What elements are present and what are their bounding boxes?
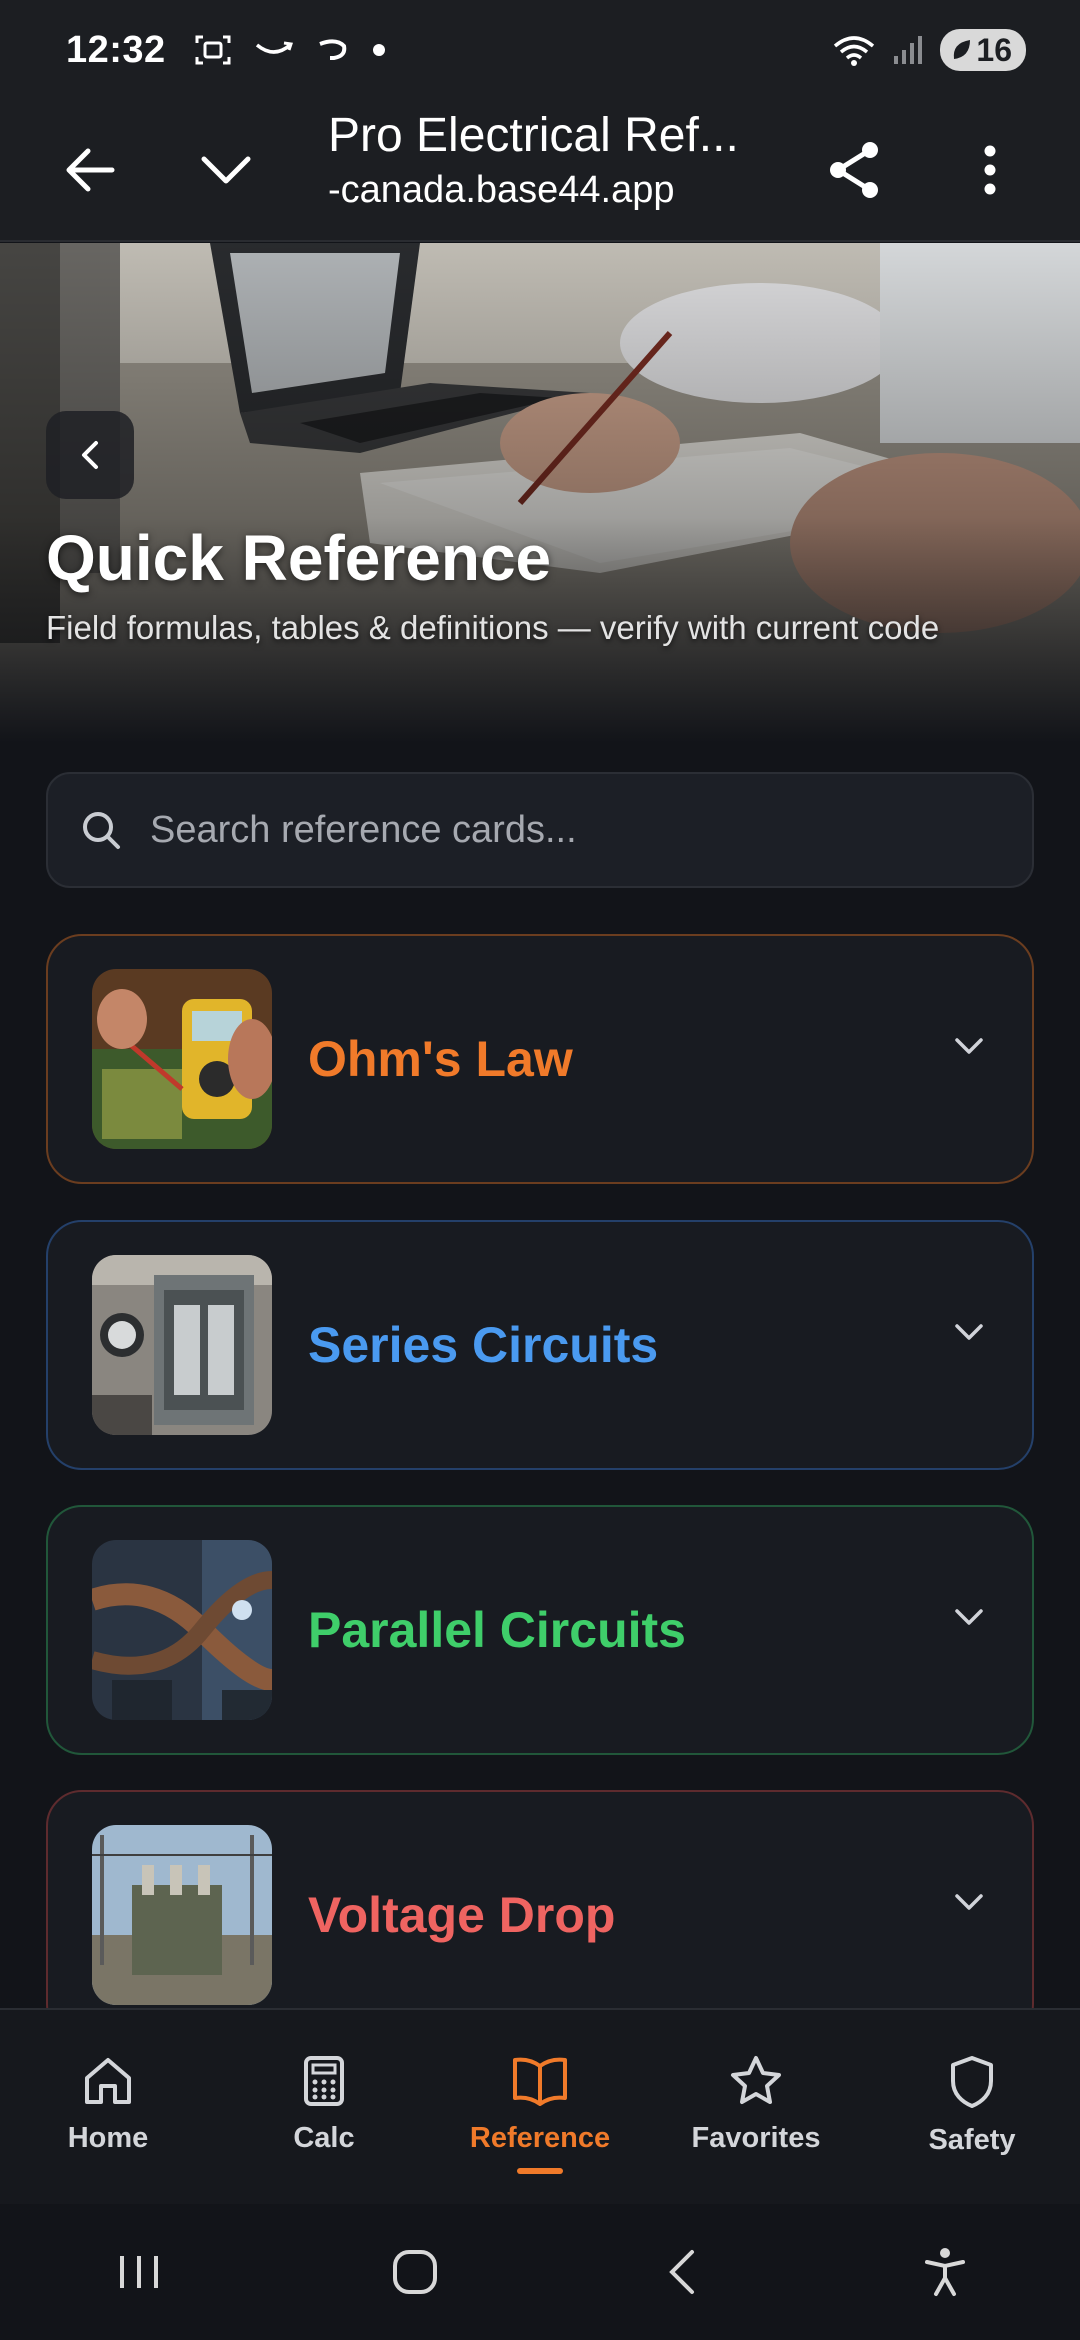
app-notification-icon [319,39,346,60]
card-title: Series Circuits [308,1317,659,1373]
amazon-icon [255,41,293,54]
more-notifications-dot [372,44,385,56]
nav-reference[interactable]: Reference [432,2010,648,2204]
nav-favorites[interactable]: Favorites [648,2010,864,2204]
nav-calc[interactable]: Calc [216,2010,432,2204]
book-icon [513,2057,567,2106]
shield-icon [951,2056,993,2108]
nav-label: Calc [293,2122,355,2154]
page-info[interactable]: Pro Electrical Ref... -canada.base44.app [328,108,768,212]
reference-card-series-circuits[interactable]: Series Circuits [46,1220,1034,1470]
search-icon [83,812,120,849]
active-tab-indicator [517,2168,563,2174]
reference-card-parallel-circuits[interactable]: Parallel Circuits [46,1505,1034,1755]
page-title-heading: Quick Reference [46,522,552,594]
home-icon [85,2058,131,2104]
page-url: -canada.base44.app [328,169,675,211]
chevron-down-icon [201,156,251,184]
calculator-icon [304,2056,344,2106]
reference-card-voltage-drop[interactable]: Voltage Drop [46,1790,1034,2040]
status-time: 12:32 [66,28,166,71]
arrow-left-icon [66,148,115,192]
battery-indicator: 16 [940,29,1026,71]
battery-level: 16 [976,31,1012,68]
minimize-button[interactable] [176,120,276,220]
chevron-down-icon [955,1609,983,1625]
card-title: Ohm's Law [308,1031,573,1087]
star-icon [731,2056,781,2104]
reference-card-ohms-law[interactable]: Ohm's Law [46,934,1034,1184]
series-circuits-thumbnail [92,1255,272,1435]
voltage-drop-thumbnail [92,1825,272,2005]
back-button[interactable] [40,120,140,220]
nav-safety[interactable]: Safety [864,2010,1080,2204]
chevron-down-icon [955,1038,983,1054]
parallel-circuits-thumbnail [92,1540,272,1720]
home-button[interactable] [391,2248,439,2296]
hero-banner: Quick Reference Field formulas, tables &… [0,243,1080,743]
more-options-button[interactable] [940,120,1040,220]
search-input[interactable] [150,808,970,852]
page-title: Pro Electrical Ref... [328,109,739,162]
status-bar: 12:32 16 [0,0,1080,100]
browser-toolbar: Pro Electrical Ref... -canada.base44.app [0,100,1080,242]
page-subtitle: Field formulas, tables & definitions — v… [46,609,940,646]
share-button[interactable] [804,120,904,220]
more-vertical-icon [984,145,996,195]
accessibility-icon[interactable] [923,2246,967,2298]
chevron-down-icon [955,1324,983,1340]
system-back-button[interactable] [666,2248,696,2296]
chevron-left-icon [82,441,98,469]
nav-label: Home [67,2122,149,2154]
nav-home[interactable]: Home [0,2010,216,2204]
nav-label: Favorites [691,2122,821,2154]
system-navigation-bar [0,2204,1080,2340]
bottom-navigation: Home Calc Reference Favorites Safety [0,2008,1080,2204]
screenshot-icon [195,35,231,65]
notification-icons [194,33,386,67]
system-status: 16 [832,29,1026,71]
chevron-down-icon [955,1894,983,1910]
hero-photo-image [0,243,1080,743]
search-bar[interactable] [46,772,1034,888]
screen: 12:32 16 Pro Electrical Ref... -canada.b… [0,0,1080,2340]
wifi-icon [834,36,875,66]
nav-label: Reference [469,2122,611,2154]
share-icon [830,142,878,198]
card-title: Voltage Drop [308,1887,616,1943]
card-title: Parallel Circuits [308,1602,686,1658]
hero-back-button[interactable] [46,411,134,499]
battery-saver-icon [954,40,971,59]
ohms-law-thumbnail [92,969,272,1149]
signal-icon [894,36,923,64]
nav-label: Safety [928,2124,1016,2156]
recent-apps-button[interactable] [114,2252,164,2292]
